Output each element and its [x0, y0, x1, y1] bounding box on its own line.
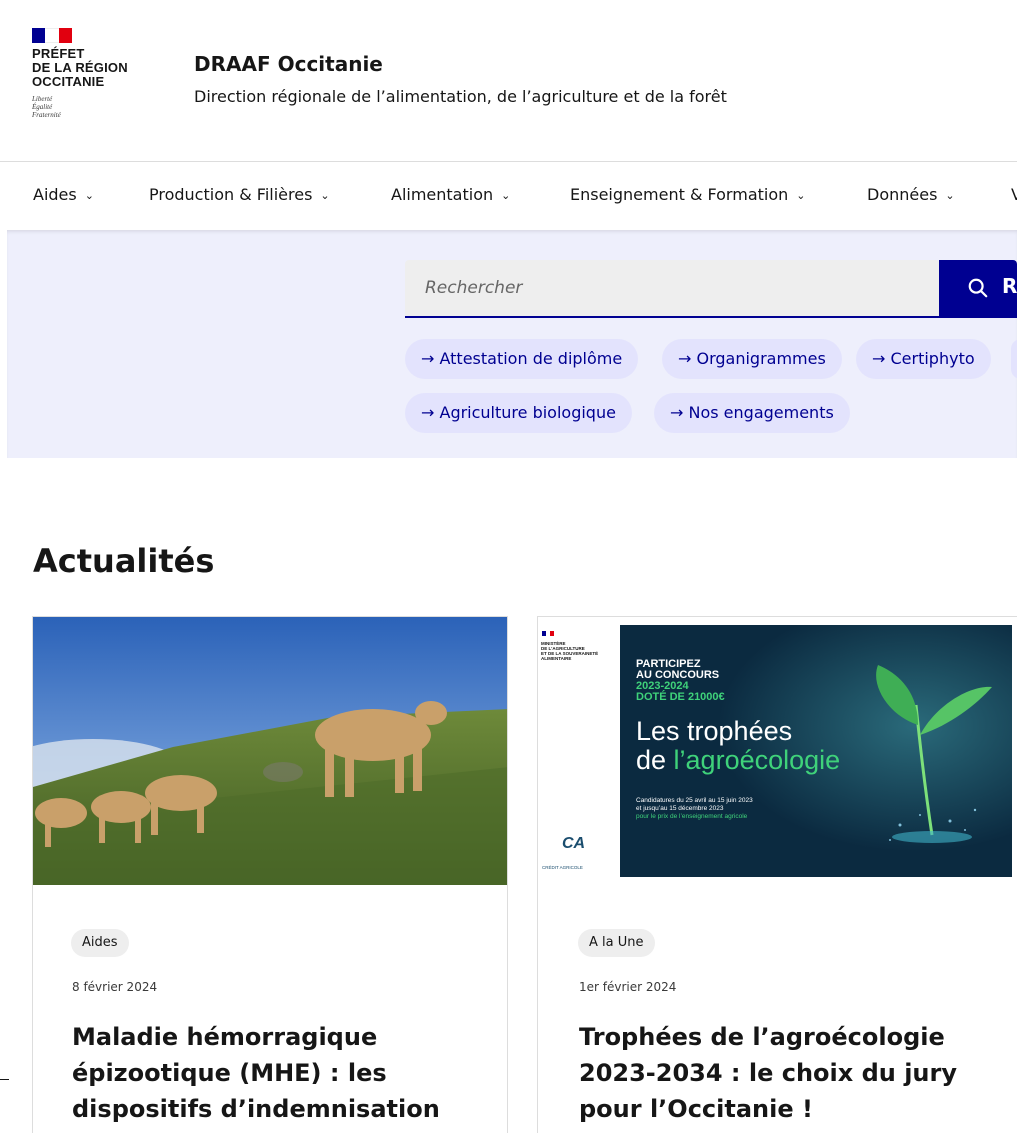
nav-item-label: Alimentation: [391, 185, 494, 204]
chevron-down-icon: ⌄: [84, 189, 94, 202]
cows-illustration: [33, 617, 507, 885]
poster-main: PARTICIPEZ AU CONCOURS 2023-2024 DOTÉ DE…: [620, 625, 1012, 877]
card-title-line: 2023-2034 : le choix du jury: [579, 1059, 957, 1087]
motto-line: Liberté: [32, 95, 53, 103]
ministry-flag-icon: [542, 631, 554, 636]
chevron-down-icon: ⌄: [796, 189, 806, 202]
category-badge: Aides: [71, 929, 129, 957]
card-title-line: pour l’Occitanie !: [579, 1095, 813, 1123]
card-date: 8 février 2024: [72, 980, 158, 994]
poster-dates-line: et jusqu’au 15 décembre 2023: [636, 805, 724, 812]
logo-line: DE LA RÉGION: [32, 60, 128, 75]
ministry-text: MINISTÈRE DE L'AGRICULTURE ET DE LA SOUV…: [541, 641, 598, 661]
nav-item-donnees[interactable]: Données ⌄: [867, 185, 955, 204]
site-tagline: Direction régionale de l’alimentation, d…: [194, 87, 727, 106]
card-title[interactable]: Trophées de l’agroécologie 2023-2034 : l…: [579, 1019, 957, 1127]
news-card[interactable]: Aides 8 février 2024 Maladie hémorragiqu…: [32, 616, 508, 1133]
divider-mark: [0, 1079, 9, 1080]
chevron-down-icon: ⌄: [320, 189, 330, 202]
site-header: PRÉFET DE LA RÉGION OCCITANIE Liberté Ég…: [0, 0, 1017, 162]
motto-line: Fraternité: [32, 111, 61, 119]
trophees-poster: MINISTÈRE DE L'AGRICULTURE ET DE LA SOUV…: [538, 617, 1017, 885]
nav-item-label: V: [1011, 185, 1017, 204]
news-card[interactable]: MINISTÈRE DE L'AGRICULTURE ET DE LA SOUV…: [537, 616, 1017, 1133]
poster-ministry-panel: MINISTÈRE DE L'AGRICULTURE ET DE LA SOUV…: [538, 617, 620, 885]
poster-headline-line: de l’agroécologie: [636, 746, 840, 775]
search-input[interactable]: [405, 260, 940, 318]
poster-callout: PARTICIPEZ AU CONCOURS 2023-2024 DOTÉ DE…: [636, 659, 725, 703]
cows-photo: [33, 617, 507, 885]
poster-headline-part: l’agroécologie: [673, 745, 841, 775]
marianne-flag-icon: [32, 28, 72, 43]
nav-item-alimentation[interactable]: Alimentation ⌄: [391, 185, 510, 204]
credit-agricole-logo-icon: CA: [562, 835, 586, 852]
poster-headline-part: de: [636, 745, 674, 775]
nav-item-truncated[interactable]: V: [1011, 185, 1017, 204]
card-title[interactable]: Maladie hémorragique épizootique (MHE) :…: [72, 1019, 440, 1127]
sponsor-name: CRÉDIT AGRICOLE: [542, 865, 583, 870]
main-nav: Aides ⌄ Production & Filières ⌄ Alimentati…: [0, 163, 1017, 227]
logo-motto: Liberté Égalité Fraternité: [32, 95, 162, 119]
card-date: 1er février 2024: [579, 980, 677, 994]
card-title-line: épizootique (MHE) : les: [72, 1059, 387, 1087]
category-badge: A la Une: [578, 929, 655, 957]
quick-link-certiphyto[interactable]: → Certiphyto: [856, 339, 991, 379]
nav-item-enseignement-formation[interactable]: Enseignement & Formation ⌄: [570, 185, 805, 204]
poster-dates-line: Candidatures du 25 avril au 15 juin 2023: [636, 797, 753, 804]
quick-link-agriculture-bio[interactable]: → Agriculture biologique: [405, 393, 632, 433]
poster-dates-line: pour le prix de l’enseignement agricole: [636, 813, 748, 820]
chevron-down-icon: ⌄: [501, 189, 511, 202]
search-icon: [968, 278, 988, 297]
motto-line: Égalité: [32, 103, 53, 111]
chevron-down-icon: ⌄: [945, 189, 955, 202]
news-section-title: Actualités: [33, 542, 215, 580]
poster-headline-line: Les trophées: [636, 716, 793, 746]
quick-link-engagements[interactable]: → Nos engagements: [654, 393, 850, 433]
nav-item-label: Aides: [33, 185, 77, 204]
card-title-line: dispositifs d’indemnisation: [72, 1095, 440, 1123]
nav-item-label: Enseignement & Formation: [570, 185, 789, 204]
quick-link-truncated[interactable]: [1011, 339, 1017, 379]
search-button-label: Rechercher: [1001, 274, 1017, 298]
logo-line: PRÉFET: [32, 46, 85, 61]
site-title[interactable]: DRAAF Occitanie: [194, 52, 383, 76]
card-title-line: Maladie hémorragique: [72, 1023, 378, 1051]
nav-item-label: Production & Filières: [149, 185, 313, 204]
nav-item-label: Données: [867, 185, 938, 204]
prefet-logo[interactable]: PRÉFET DE LA RÉGION OCCITANIE Liberté Ég…: [32, 28, 162, 119]
nav-item-production-filieres[interactable]: Production & Filières ⌄: [149, 185, 330, 204]
ministry-line: ALIMENTAIRE: [541, 656, 572, 661]
poster-line: DOTÉ DE 21000€: [636, 691, 725, 703]
card-title-line: Trophées de l’agroécologie: [579, 1023, 945, 1051]
poster-dates: Candidatures du 25 avril au 15 juin 2023…: [636, 797, 753, 821]
logo-line: OCCITANIE: [32, 74, 105, 89]
poster-headline: Les trophées de l’agroécologie: [636, 717, 840, 775]
nav-item-aides[interactable]: Aides ⌄: [33, 185, 94, 204]
quick-link-organigrammes[interactable]: → Organigrammes: [662, 339, 842, 379]
quick-link-attestation[interactable]: → Attestation de diplôme: [405, 339, 639, 379]
logo-text: PRÉFET DE LA RÉGION OCCITANIE: [32, 47, 162, 89]
search-button[interactable]: Rechercher: [939, 260, 1017, 318]
